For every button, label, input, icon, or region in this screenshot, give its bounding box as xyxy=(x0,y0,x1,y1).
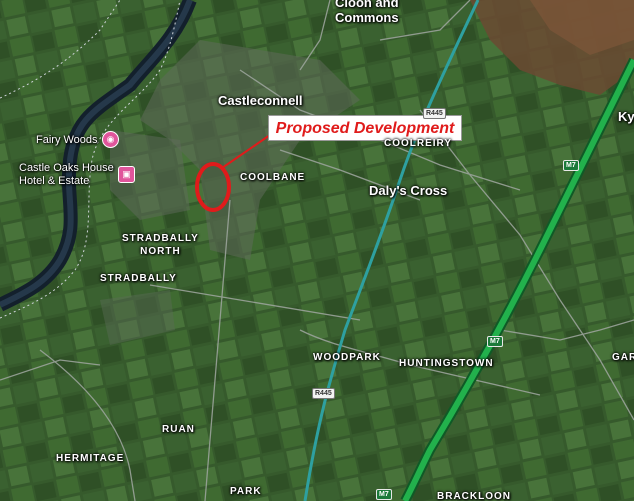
cloon-line2: Commons xyxy=(335,10,399,25)
place-label-hermitage: HERMITAGE xyxy=(56,453,125,464)
road-shield-m7-top: M7 xyxy=(563,160,579,171)
place-label-park: PARK xyxy=(230,486,262,497)
stradbally-north-line2: NORTH xyxy=(140,246,181,257)
cloon-line1: Cloon and xyxy=(335,0,399,10)
poi-castle-oaks-label[interactable]: Castle Oaks House Hotel & Estate xyxy=(19,162,114,188)
place-label-ruan: RUAN xyxy=(162,424,195,435)
poi-fairy-woods-label[interactable]: Fairy Woods xyxy=(36,134,98,146)
place-label-bracklon: BRACKLOON xyxy=(437,491,511,501)
place-label-gar: GAR xyxy=(612,352,634,363)
castle-oaks-line2: Hotel & Estate xyxy=(19,175,90,187)
place-label-stradbally-north: STRADBALLY NORTH xyxy=(122,232,199,258)
place-label-stradbally: STRADBALLY xyxy=(100,273,177,284)
place-label-cloon-and-commons: Cloon and Commons xyxy=(335,0,399,25)
road-shield-r445-bottom: R445 xyxy=(312,388,335,399)
map-background xyxy=(0,0,634,501)
camera-icon[interactable]: ◉ xyxy=(102,131,119,148)
road-shield-m7-mid: M7 xyxy=(487,336,503,347)
place-label-kyl: Kyl xyxy=(618,109,634,124)
stradbally-north-line1: STRADBALLY xyxy=(122,233,199,244)
place-label-huntingstown: HUNTINGSTOWN xyxy=(399,358,494,369)
castle-oaks-line1: Castle Oaks House xyxy=(19,162,114,174)
road-shield-r445-top: R445 xyxy=(423,108,446,119)
place-label-coolreiry: COOLREIRY xyxy=(384,138,453,149)
place-label-coolbane: COOLBANE xyxy=(240,172,306,183)
place-label-woodpark: WOODPARK xyxy=(313,352,381,363)
place-label-dalys-cross: Daly's Cross xyxy=(369,183,448,198)
road-shield-m7-bottom: M7 xyxy=(376,489,392,500)
satellite-map[interactable]: Proposed Development Cloon and Commons C… xyxy=(0,0,634,501)
place-label-castleconnell: Castleconnell xyxy=(218,93,303,108)
hotel-icon[interactable]: ▣ xyxy=(118,166,135,183)
